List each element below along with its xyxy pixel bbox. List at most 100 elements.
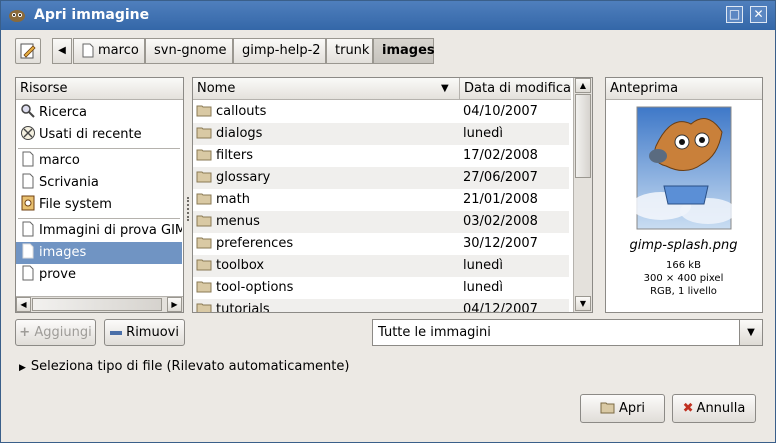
folder-open-icon: [600, 402, 615, 414]
file-filter-combo[interactable]: Tutte le immagini ▼: [372, 319, 763, 346]
file-row[interactable]: tool-options lunedì: [193, 277, 569, 299]
file-name: preferences: [196, 233, 293, 255]
file-row[interactable]: glossary 27/06/2007: [193, 167, 569, 189]
file-row[interactable]: dialogs lunedì: [193, 123, 569, 145]
title-bar: Apri immagine □ ✕: [1, 1, 775, 30]
recent-icon: [21, 126, 35, 140]
maximize-button[interactable]: □: [726, 6, 743, 23]
file-name: tutorials: [196, 299, 270, 312]
place-prove[interactable]: prove: [16, 264, 182, 286]
type-location-button[interactable]: [15, 38, 41, 64]
places-header[interactable]: Risorse: [16, 78, 183, 100]
expander-arrow-icon: ▶: [19, 363, 26, 373]
crumb-svn-gnome[interactable]: svn-gnome: [145, 38, 233, 64]
files-panel: Nome ▼ Data di modifica callouts 04/10/20…: [192, 77, 593, 313]
path-scroll-left-button[interactable]: ◀: [52, 38, 72, 64]
add-bookmark-button[interactable]: + Aggiungi: [15, 319, 96, 346]
search-icon: [21, 104, 35, 118]
file-row[interactable]: menus 03/02/2008: [193, 211, 569, 233]
pane-resize-handle[interactable]: [187, 197, 190, 221]
scroll-left-arrow-icon[interactable]: ◀: [16, 297, 31, 312]
place-marco[interactable]: marco: [16, 150, 182, 172]
places-panel: Risorse Ricerca Usati di recente marco S…: [15, 77, 184, 313]
file-name: dialogs: [196, 123, 262, 145]
place-file-system[interactable]: File system: [16, 194, 182, 216]
file-row[interactable]: callouts 04/10/2007: [193, 101, 569, 123]
file-date: 30/12/2007: [463, 236, 538, 251]
file-date: 03/02/2008: [463, 214, 538, 229]
file-row[interactable]: filters 17/02/2008: [193, 145, 569, 167]
edit-icon: [20, 43, 36, 59]
place-images[interactable]: images: [16, 242, 182, 264]
gimp-icon: [9, 10, 25, 22]
file-date: 21/01/2008: [463, 192, 538, 207]
scroll-down-arrow-icon[interactable]: ▼: [575, 296, 591, 311]
folder-icon: [196, 215, 212, 227]
crumb-marco[interactable]: marco: [73, 38, 145, 64]
folder-icon: [196, 237, 212, 249]
folder-icon: [196, 105, 212, 117]
file-date: 04/10/2007: [463, 104, 538, 119]
preview-header: Anteprima: [606, 78, 762, 100]
crumb-trunk[interactable]: trunk: [326, 38, 373, 64]
file-name: tool-options: [196, 277, 293, 299]
preview-filename: gimp-splash.png: [629, 238, 738, 253]
folder-icon: [196, 127, 212, 139]
file-name: glossary: [196, 167, 270, 189]
preview-panel: Anteprima gimp-splash.png 166 kB 300 × 4…: [605, 77, 763, 313]
minus-icon: [110, 330, 123, 335]
file-name: math: [196, 189, 250, 211]
folder-icon: [196, 303, 212, 312]
remove-bookmark-button[interactable]: Rimuovi: [104, 319, 185, 346]
open-button[interactable]: Apri: [580, 394, 665, 423]
file-icon: [22, 151, 34, 167]
preview-thumbnail: [636, 106, 732, 230]
sort-descending-icon: ▼: [441, 83, 449, 94]
filesystem-icon: [21, 195, 35, 211]
crumb-gimp-help-2[interactable]: gimp-help-2: [233, 38, 326, 64]
column-header-name[interactable]: Nome ▼: [193, 78, 459, 100]
folder-icon: [196, 171, 212, 183]
scroll-up-arrow-icon[interactable]: ▲: [575, 78, 591, 93]
file-icon: [82, 43, 94, 58]
file-row[interactable]: toolbox lunedì: [193, 255, 569, 277]
file-date: 27/06/2007: [463, 170, 538, 185]
crumb-images[interactable]: images: [373, 38, 435, 64]
chevron-down-icon[interactable]: ▼: [739, 320, 762, 345]
preview-dimensions: 300 × 400 pixel: [643, 273, 724, 284]
scroll-right-arrow-icon[interactable]: ▶: [167, 297, 182, 312]
files-vscrollbar[interactable]: ▲ ▼: [573, 78, 592, 312]
files-vscroll-thumb[interactable]: [575, 94, 591, 178]
plus-icon: +: [19, 325, 31, 340]
places-hscroll-thumb[interactable]: [32, 298, 162, 311]
file-date: lunedì: [463, 280, 503, 295]
place-ricerca[interactable]: Ricerca: [16, 102, 182, 124]
folder-icon: [196, 193, 212, 205]
close-button[interactable]: ✕: [750, 6, 767, 23]
place-scrivania[interactable]: Scrivania: [16, 172, 182, 194]
folder-icon: [196, 149, 212, 161]
place-immagini-di-prova[interactable]: Immagini di prova GIMP: [16, 220, 182, 242]
file-date: 17/02/2008: [463, 148, 538, 163]
file-date: lunedì: [463, 258, 503, 273]
places-separator: [18, 218, 180, 219]
preview-size: 166 kB: [666, 260, 701, 271]
file-icon: [22, 265, 34, 281]
cancel-icon: ✖: [682, 401, 694, 416]
place-recent[interactable]: Usati di recente: [16, 124, 182, 146]
places-separator: [18, 148, 180, 149]
file-name: callouts: [196, 101, 266, 123]
file-row[interactable]: preferences 30/12/2007: [193, 233, 569, 255]
places-hscrollbar[interactable]: ◀ ▶: [16, 296, 183, 312]
file-name: menus: [196, 211, 260, 233]
file-icon: [22, 173, 34, 189]
file-name: filters: [196, 145, 253, 167]
column-header-date[interactable]: Data di modifica: [459, 78, 571, 100]
cancel-button[interactable]: ✖ Annulla: [672, 394, 756, 423]
file-type-expander[interactable]: ▶ Seleziona tipo di file (Rilevato automa…: [19, 359, 349, 374]
file-row[interactable]: tutorials 04/12/2007: [193, 299, 569, 313]
file-row[interactable]: math 21/01/2008: [193, 189, 569, 211]
folder-icon: [196, 281, 212, 293]
folder-icon: [196, 259, 212, 271]
file-date: 04/12/2007: [463, 302, 538, 313]
